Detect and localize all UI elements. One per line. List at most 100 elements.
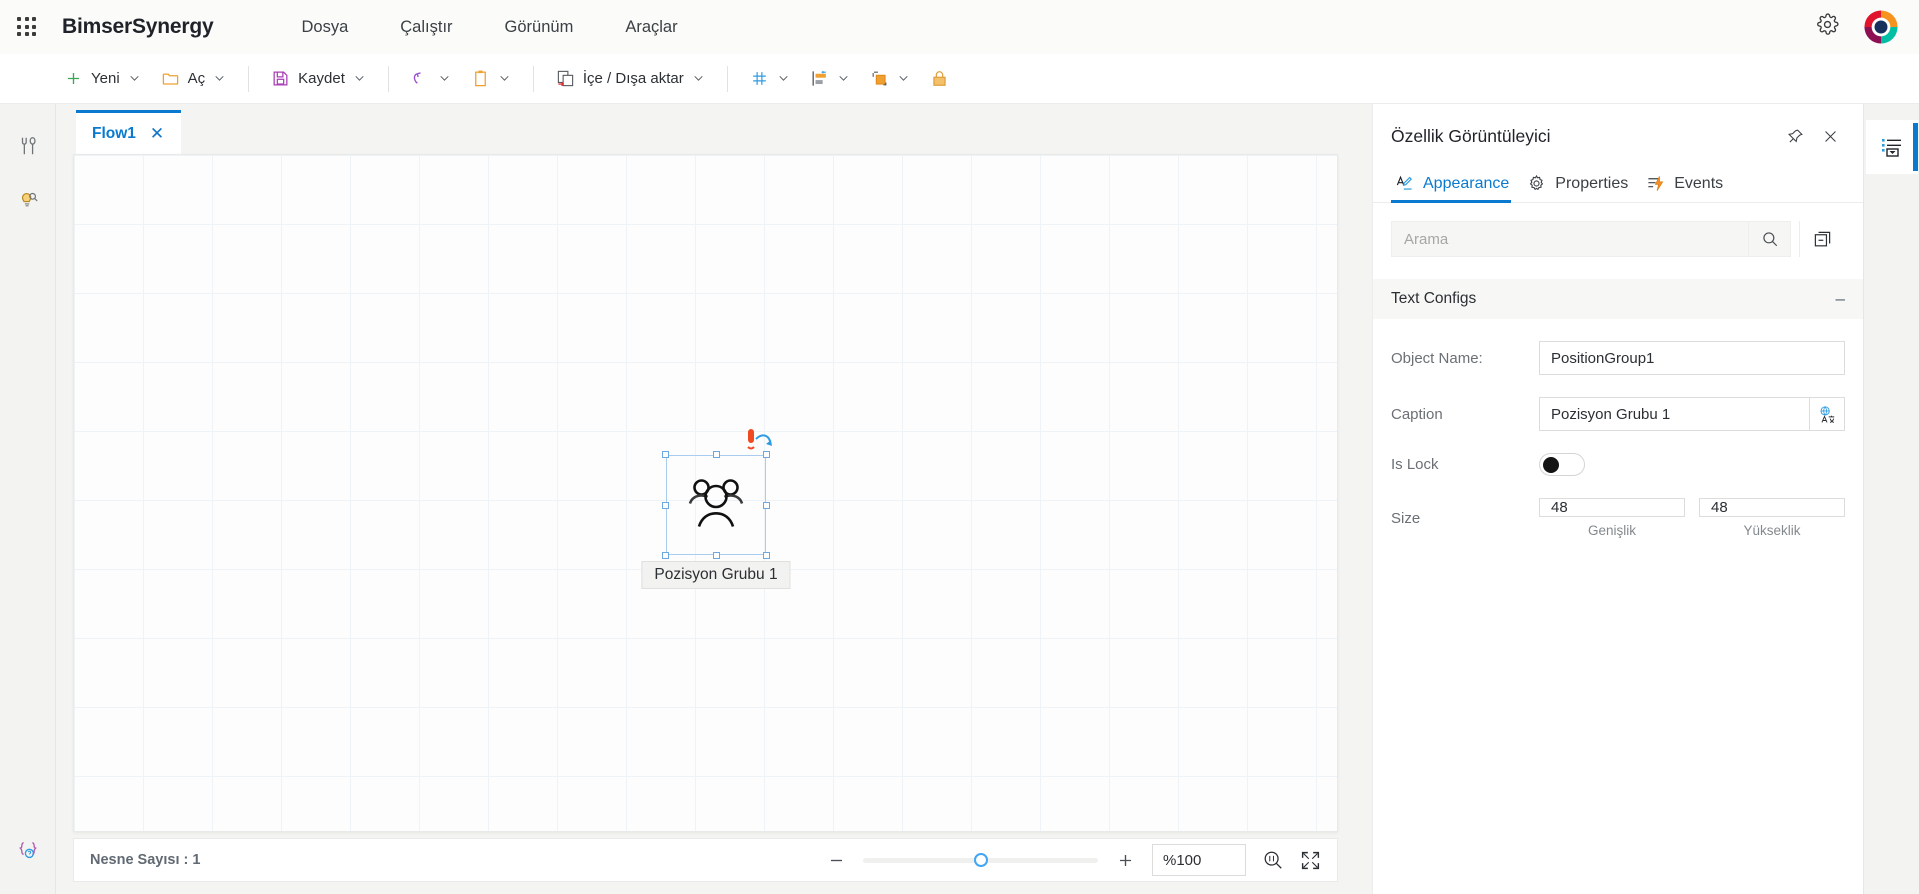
width-caption: Genişlik	[1587, 523, 1636, 538]
inspect-button[interactable]	[8, 180, 48, 220]
field-row-object-name: Object Name:	[1391, 341, 1845, 375]
grid-icon	[752, 72, 766, 85]
import-export-label: İçe / Dışa aktar	[582, 70, 684, 87]
toolbar-divider	[387, 65, 389, 92]
panel-title: Özellik Görüntüleyici	[1391, 126, 1551, 146]
caption-input-group	[1539, 397, 1845, 431]
rotate-handle[interactable]	[734, 427, 778, 461]
caption-input[interactable]	[1539, 397, 1809, 431]
tab-appearance[interactable]: Appearance	[1391, 167, 1523, 203]
grid-button[interactable]	[740, 64, 800, 93]
canvas-status-bar: Nesne Sayısı : 1	[73, 838, 1338, 882]
code-help-icon	[19, 841, 37, 858]
tab-flow1[interactable]: Flow1 ✕	[76, 110, 181, 154]
pin-icon[interactable]	[1787, 128, 1804, 145]
editor-area: Flow1 ✕ Pozisyon Grubu 1 Nesne Sayısı: …	[56, 104, 1372, 894]
panel-header-actions	[1787, 128, 1839, 145]
close-icon[interactable]	[1822, 128, 1839, 145]
is-lock-toggle-knob	[1543, 456, 1559, 473]
plus-icon	[1119, 854, 1131, 866]
script-help-button[interactable]	[8, 830, 48, 870]
menu-item-gorunum[interactable]: Görünüm	[479, 12, 600, 43]
save-button[interactable]: Kaydet	[261, 64, 376, 93]
align-button[interactable]	[800, 64, 860, 93]
settings-gear-icon[interactable]	[1816, 13, 1839, 41]
tab-properties-label: Properties	[1555, 174, 1629, 192]
expand-icon	[1301, 851, 1320, 869]
undo-button[interactable]	[401, 64, 461, 93]
resize-handle-e[interactable]	[763, 501, 770, 509]
menu-item-dosya[interactable]: Dosya	[275, 12, 374, 43]
paste-button[interactable]	[461, 64, 521, 93]
section-text-configs[interactable]: Text Configs –	[1373, 279, 1863, 319]
field-row-size: Size Genişlik Yükseklik	[1391, 498, 1845, 538]
translate-button[interactable]	[1809, 397, 1845, 431]
resize-handle-w[interactable]	[662, 501, 669, 509]
resize-handle-se[interactable]	[763, 552, 770, 559]
tab-events-label: Events	[1674, 174, 1724, 192]
height-input[interactable]	[1699, 498, 1845, 517]
search-input[interactable]	[1392, 230, 1748, 248]
size-inputs: Genişlik Yükseklik	[1539, 498, 1845, 538]
open-button-label: Aç	[187, 70, 206, 87]
close-icon[interactable]: ✕	[150, 125, 164, 142]
zoom-out-button[interactable]	[825, 849, 847, 871]
menu-item-araclar[interactable]: Araçlar	[599, 12, 703, 43]
chevron-down-icon	[779, 75, 788, 81]
flow-canvas[interactable]: Pozisyon Grubu 1	[73, 154, 1338, 832]
minus-icon	[830, 859, 842, 861]
document-tab-strip: Flow1 ✕	[56, 104, 1372, 154]
resize-handle-sw[interactable]	[662, 552, 669, 559]
property-viewer-panel: Özellik Görüntüleyici Appearance Propert…	[1372, 104, 1863, 894]
chevron-down-icon	[440, 75, 449, 81]
zoom-slider[interactable]	[863, 853, 1098, 867]
chevron-down-icon	[500, 75, 509, 81]
lightbulb-search-icon	[21, 192, 38, 207]
zoom-slider-thumb[interactable]	[973, 853, 988, 867]
zoom-in-button[interactable]	[1114, 849, 1136, 871]
app-launcher-icon[interactable]	[14, 14, 40, 40]
property-list-icon	[1881, 139, 1901, 157]
fit-to-screen-button[interactable]	[1300, 850, 1321, 871]
resize-handle-nw[interactable]	[662, 451, 669, 458]
collapse-all-button[interactable]	[1799, 221, 1845, 257]
chevron-down-icon	[355, 75, 364, 81]
bring-to-front-icon	[872, 71, 887, 86]
menu-item-calistir[interactable]: Çalıştır	[374, 12, 478, 43]
gear-icon	[1530, 174, 1544, 191]
user-avatar[interactable]	[1863, 9, 1899, 45]
zoom-controls	[825, 844, 1321, 876]
arrange-button[interactable]	[860, 64, 920, 93]
caption-label: Caption	[1391, 405, 1443, 423]
new-button[interactable]: Yeni	[54, 64, 151, 93]
tab-events[interactable]: Events	[1642, 167, 1737, 202]
application-window: BimserSynergy Dosya Çalıştır Görünüm Ara…	[0, 0, 1919, 894]
tab-properties[interactable]: Properties	[1523, 167, 1642, 202]
is-lock-toggle[interactable]	[1539, 453, 1585, 476]
property-viewer-toggle[interactable]	[1865, 120, 1918, 174]
position-group-icon	[684, 474, 748, 537]
import-export-button[interactable]: İçe / Dışa aktar	[546, 64, 715, 93]
width-input[interactable]	[1539, 498, 1685, 517]
selected-node[interactable]: Pozisyon Grubu 1	[641, 429, 791, 589]
collapse-all-icon	[1814, 231, 1831, 246]
search-button[interactable]	[1748, 222, 1790, 256]
object-name-input[interactable]	[1539, 341, 1845, 375]
resize-handle-s[interactable]	[712, 552, 720, 559]
section-collapse-toggle[interactable]: –	[1836, 289, 1845, 309]
tab-appearance-label: Appearance	[1423, 174, 1510, 192]
panel-header: Özellik Görüntüleyici	[1373, 104, 1863, 147]
resize-handle-n[interactable]	[712, 451, 720, 458]
resize-handle-ne[interactable]	[763, 451, 770, 458]
right-tool-rail	[1863, 104, 1919, 894]
plus-icon	[67, 72, 80, 85]
zoom-actual-size-button[interactable]	[1262, 849, 1284, 871]
new-button-label: Yeni	[91, 70, 120, 87]
field-row-caption: Caption	[1391, 397, 1845, 431]
save-button-label: Kaydet	[298, 70, 345, 87]
zoom-level-input[interactable]	[1152, 844, 1246, 876]
lock-button[interactable]	[920, 64, 959, 93]
chevron-down-icon	[215, 75, 224, 81]
open-button[interactable]: Aç	[151, 64, 237, 93]
tools-button[interactable]	[8, 126, 48, 166]
